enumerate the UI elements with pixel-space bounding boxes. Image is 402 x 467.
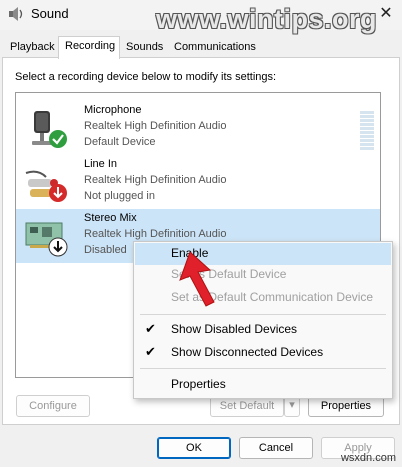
- level-meter: [360, 111, 374, 153]
- menu-item-label: Show Disabled Devices: [171, 322, 298, 336]
- device-name: Microphone: [84, 104, 142, 116]
- close-icon[interactable]: ✕: [376, 4, 396, 24]
- tab-strip: Playback Recording Sounds Communications: [0, 36, 402, 59]
- device-driver: Realtek High Definition Audio: [84, 174, 227, 186]
- menu-item-show-disconnected-devices[interactable]: ✔ Show Disconnected Devices: [135, 342, 391, 364]
- tab-communications[interactable]: Communications: [168, 38, 262, 58]
- speaker-icon: [9, 7, 23, 21]
- black-down-arrow-icon: [48, 237, 68, 257]
- tab-playback[interactable]: Playback: [4, 38, 61, 58]
- chevron-down-icon: ▾: [289, 399, 295, 411]
- green-check-icon: [49, 130, 67, 148]
- cancel-button[interactable]: Cancel: [239, 437, 313, 459]
- menu-separator: [140, 314, 386, 315]
- red-down-arrow-icon: [49, 184, 67, 202]
- menu-item-label: Properties: [171, 377, 226, 391]
- device-line-in[interactable]: Line In Realtek High Definition Audio No…: [16, 155, 380, 209]
- menu-item-properties[interactable]: Properties: [135, 374, 391, 396]
- tab-recording[interactable]: Recording: [58, 36, 120, 59]
- checkmark-icon: ✔: [145, 344, 156, 359]
- menu-item-label: Show Disconnected Devices: [171, 345, 324, 359]
- configure-button[interactable]: Configure: [16, 395, 90, 417]
- title-bar: Sound www.wintips.org ✕: [0, 0, 402, 34]
- device-status: Disabled: [84, 244, 127, 256]
- menu-item-enable[interactable]: Enable: [135, 243, 391, 265]
- menu-separator: [140, 368, 386, 369]
- site-watermark: wsxdn.com: [340, 452, 396, 464]
- checkmark-icon: ✔: [145, 321, 156, 336]
- menu-item-set-default-device: Set as Default Device: [135, 264, 391, 286]
- red-arrow-icon: [179, 251, 215, 307]
- menu-item-show-disabled-devices[interactable]: ✔ Show Disabled Devices: [135, 319, 391, 341]
- window-title: Sound: [31, 6, 69, 21]
- instruction-text: Select a recording device below to modif…: [15, 71, 277, 83]
- watermark-text: www.wintips.org: [156, 4, 377, 34]
- context-menu: Enable Set as Default Device Set as Defa…: [133, 241, 393, 399]
- device-driver: Realtek High Definition Audio: [84, 120, 227, 132]
- device-status: Not plugged in: [84, 190, 155, 202]
- device-name: Stereo Mix: [84, 212, 137, 224]
- tab-sounds[interactable]: Sounds: [120, 38, 169, 58]
- menu-item-set-default-communication-device: Set as Default Communication Device: [135, 287, 391, 309]
- ok-button[interactable]: OK: [157, 437, 231, 459]
- device-driver: Realtek High Definition Audio: [84, 228, 227, 240]
- device-name: Line In: [84, 158, 118, 170]
- device-status: Default Device: [84, 136, 156, 148]
- device-microphone[interactable]: Microphone Realtek High Definition Audio…: [16, 101, 380, 155]
